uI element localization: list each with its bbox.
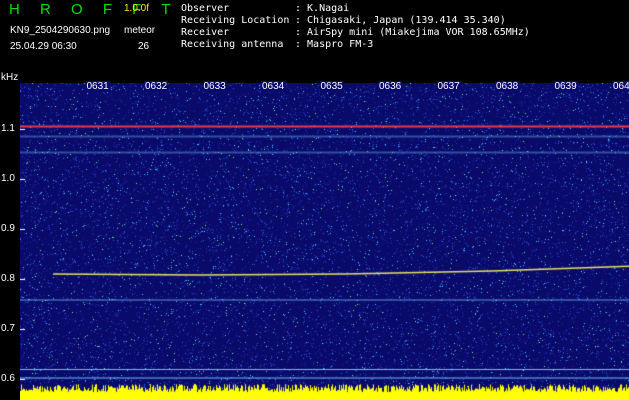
x-tick-label: 0636 xyxy=(378,81,403,92)
x-tick-label: 0635 xyxy=(319,81,344,92)
hrofft-window: H R O F F T 1.0.0f KN9_2504290630.png 25… xyxy=(0,0,629,400)
y-tick-label: 0.6 xyxy=(1,373,15,384)
info-row-location: Receiving Location : Chigasaki, Japan (13… xyxy=(181,15,506,26)
info-row-receiver: Receiver : AirSpy mini (Miakejima VOR 108… xyxy=(181,27,530,38)
x-tick-label: 0633 xyxy=(202,81,227,92)
info-label: Receiver xyxy=(181,27,230,38)
meteor-label: meteor xyxy=(124,25,156,36)
info-row-observer: Observer : K.Nagai xyxy=(181,3,349,14)
y-tick-label: 0.9 xyxy=(1,223,15,234)
y-tick-label: 0.8 xyxy=(1,273,15,284)
y-axis-label: kHz xyxy=(1,72,19,83)
x-tick-label: 0631 xyxy=(85,81,110,92)
x-tick-label: 0632 xyxy=(144,81,169,92)
info-value: : Chigasaki, Japan (139.414 35.340) xyxy=(295,15,506,26)
info-label: Observer xyxy=(181,3,230,14)
info-label: Receiving Location xyxy=(181,15,290,26)
y-tick-label: 0.7 xyxy=(1,323,15,334)
file-name: KN9_2504290630.png xyxy=(10,25,111,36)
x-tick-label: 0639 xyxy=(553,81,578,92)
date-time: 25.04.29 06:30 xyxy=(10,41,77,52)
info-row-antenna: Receiving antenna : Maspro FM-3 xyxy=(181,39,373,50)
meteor-count: 26 xyxy=(138,41,150,52)
x-tick-label: 0637 xyxy=(436,81,461,92)
x-tick-label: 0634 xyxy=(261,81,286,92)
x-tick-label: 0638 xyxy=(495,81,520,92)
info-value: : K.Nagai xyxy=(295,3,350,14)
y-tick-label: 1.1 xyxy=(1,123,15,134)
info-label: Receiving antenna xyxy=(181,39,284,50)
version-label: 1.0.0f xyxy=(124,3,150,14)
info-value: : Maspro FM-3 xyxy=(295,39,374,50)
info-value: : AirSpy mini (Miakejima VOR 108.65MHz) xyxy=(295,27,530,38)
x-tick-label: 0640 xyxy=(612,81,629,92)
spectrogram-plot xyxy=(20,83,629,400)
y-tick-label: 1.0 xyxy=(1,173,15,184)
app-title: H R O F F T xyxy=(9,1,179,18)
